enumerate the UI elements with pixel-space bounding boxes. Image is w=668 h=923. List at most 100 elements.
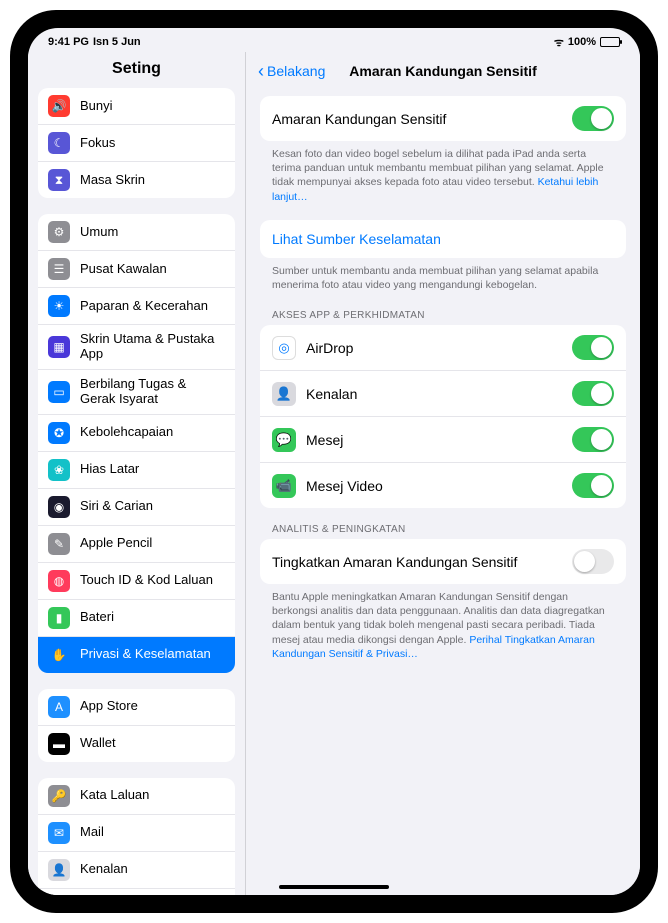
sidebar-item-bateri[interactable]: ▮ Bateri [38, 600, 235, 637]
improve-label: Tingkatkan Amaran Kandungan Sensitif [272, 554, 517, 570]
kebolehcapaian-icon: ✪ [48, 422, 70, 444]
masa-skrin-icon: ⧗ [48, 169, 70, 191]
back-button[interactable]: ‹ Belakang [258, 62, 325, 80]
sidebar-group-0: 🔊Bunyi☾Fokus ⧗ Masa Skrin [38, 88, 235, 198]
mesej-video-icon: 📹 [272, 474, 296, 498]
analytics-header: ANALITIS & PENINGKATAN [260, 508, 626, 539]
mail-icon: ✉ [48, 822, 70, 844]
sidebar-item-app-store[interactable]: A App Store [38, 689, 235, 726]
sidebar-item-kebolehcapaian[interactable]: ✪Kebolehcapaian [38, 415, 235, 452]
sensitive-warning-toggle-row: Amaran Kandungan Sensitif [260, 96, 626, 141]
sidebar-item-label: Umum [80, 225, 225, 240]
sidebar-item-touch-id-kod-laluan[interactable]: ◍Touch ID & Kod Laluan [38, 563, 235, 600]
sidebar-title: Seting [28, 52, 245, 88]
sidebar-item-label: Paparan & Kecerahan [80, 299, 225, 314]
app-label: Mesej [306, 432, 343, 448]
sidebar-group-2: A App Store ▬ Wallet [38, 689, 235, 762]
improve-toggle-row: Tingkatkan Amaran Kandungan Sensitif [260, 539, 626, 584]
sidebar-item-fokus[interactable]: ☾Fokus [38, 125, 235, 162]
analytics-card: Tingkatkan Amaran Kandungan Sensitif [260, 539, 626, 584]
sidebar-item-privasi-keselamatan[interactable]: ✋Privasi & Keselamatan [38, 637, 235, 673]
sidebar-item-label: Privasi & Keselamatan [80, 647, 225, 662]
berbilang-tugas-gerak-isyarat-icon: ▭ [48, 381, 70, 403]
sidebar-item-paparan-kecerahan[interactable]: ☀Paparan & Kecerahan [38, 288, 235, 325]
sidebar-item-label: Bateri [80, 610, 225, 625]
sidebar-item-masa-skrin[interactable]: ⧗ Masa Skrin [38, 162, 235, 198]
bunyi-icon: 🔊 [48, 95, 70, 117]
sidebar-item-label: Wallet [80, 736, 225, 751]
sidebar-item-label: Apple Pencil [80, 536, 225, 551]
kenalan-icon: 👤 [48, 859, 70, 881]
sidebar-item-kenalan[interactable]: 👤 Kenalan [38, 852, 235, 889]
sidebar-group-1: ⚙Umum☰Pusat Kawalan☀Paparan & Kecerahan▦… [38, 214, 235, 673]
siri-carian-icon: ◉ [48, 496, 70, 518]
sidebar-item-label: Hias Latar [80, 462, 225, 477]
app-toggle-kenalan[interactable] [572, 381, 614, 406]
sidebar-item-wallet[interactable]: ▬ Wallet [38, 726, 235, 762]
sidebar-item-label: Kenalan [80, 862, 225, 877]
touch-id-kod-laluan-icon: ◍ [48, 570, 70, 592]
sidebar-item-skrin-utama-pustaka-app[interactable]: ▦ Skrin Utama & Pustaka App [38, 325, 235, 370]
back-label: Belakang [267, 63, 325, 79]
status-date: Isn 5 Jun [93, 36, 141, 48]
improve-toggle[interactable] [572, 549, 614, 574]
main-scroll[interactable]: Amaran Kandungan Sensitif Kesan foto dan… [246, 90, 640, 895]
app-access-card: ◎ AirDrop 👤Kenalan 💬 Mesej 📹 Mesej Video [260, 325, 626, 508]
app-row-kenalan: 👤Kenalan [260, 371, 626, 417]
sensitive-warning-toggle[interactable] [572, 106, 614, 131]
bateri-icon: ▮ [48, 607, 70, 629]
sensitive-warning-card: Amaran Kandungan Sensitif [260, 96, 626, 141]
sidebar-item-berbilang-tugas-gerak-isyarat[interactable]: ▭Berbilang Tugas & Gerak Isyarat [38, 370, 235, 415]
sensitive-warning-footer: Kesan foto dan video bogel sebelum ia di… [260, 141, 626, 206]
skrin-utama-pustaka-app-icon: ▦ [48, 336, 70, 358]
app-access-header: AKSES APP & PERKHIDMATAN [260, 294, 626, 325]
sidebar-item-hias-latar[interactable]: ❀ Hias Latar [38, 452, 235, 489]
sidebar-item-apple-pencil[interactable]: ✎ Apple Pencil [38, 526, 235, 563]
sidebar-item-label: Pusat Kawalan [80, 262, 225, 277]
sidebar-item-siri-carian[interactable]: ◉Siri & Carian [38, 489, 235, 526]
app-toggle-mesej[interactable] [572, 427, 614, 452]
umum-icon: ⚙ [48, 221, 70, 243]
hias-latar-icon: ❀ [48, 459, 70, 481]
sidebar-scroll[interactable]: 🔊Bunyi☾Fokus ⧗ Masa Skrin ⚙ Umum ☰ Pusat Kawa… [28, 88, 245, 895]
navbar: ‹ Belakang Amaran Kandungan Sensitif [246, 52, 640, 90]
airdrop-icon: ◎ [272, 336, 296, 360]
battery-percent: 100% [568, 36, 596, 48]
sidebar-item-kalendar[interactable]: 📅Kalendar [38, 889, 235, 895]
sidebar-item-mail[interactable]: ✉ Mail [38, 815, 235, 852]
wifi-icon: ᯤ [554, 35, 564, 50]
wallet-icon: ▬ [48, 733, 70, 755]
app-row-mesej: 💬 Mesej [260, 417, 626, 463]
app-store-icon: A [48, 696, 70, 718]
ipad-frame: 9:41 PG Isn 5 Jun ᯤ 100% Seting 🔊Bunyi☾F… [10, 10, 658, 913]
app-toggle-mesej-video[interactable] [572, 473, 614, 498]
sidebar-item-label: App Store [80, 699, 225, 714]
chevron-left-icon: ‹ [258, 62, 264, 80]
safety-resources-link[interactable]: Lihat Sumber Keselamatan [260, 220, 626, 258]
apple-pencil-icon: ✎ [48, 533, 70, 555]
app-label: Mesej Video [306, 478, 383, 494]
sidebar-item-label: Skrin Utama & Pustaka App [80, 332, 225, 362]
sidebar-item-label: Masa Skrin [80, 173, 225, 188]
app-toggle-airdrop[interactable] [572, 335, 614, 360]
sidebar-item-umum[interactable]: ⚙ Umum [38, 214, 235, 251]
safety-resources-label: Lihat Sumber Keselamatan [272, 231, 441, 247]
screen: 9:41 PG Isn 5 Jun ᯤ 100% Seting 🔊Bunyi☾F… [28, 28, 640, 895]
app-row-airdrop: ◎ AirDrop [260, 325, 626, 371]
pusat-kawalan-icon: ☰ [48, 258, 70, 280]
mesej-icon: 💬 [272, 428, 296, 452]
sidebar-item-label: Kata Laluan [80, 788, 225, 803]
app-row-mesej-video: 📹 Mesej Video [260, 463, 626, 508]
home-indicator[interactable] [279, 885, 389, 889]
battery-icon [600, 37, 620, 47]
sidebar-item-kata-laluan[interactable]: 🔑Kata Laluan [38, 778, 235, 815]
app-label: Kenalan [306, 386, 357, 402]
sidebar-item-label: Mail [80, 825, 225, 840]
app-label: AirDrop [306, 340, 353, 356]
sensitive-warning-label: Amaran Kandungan Sensitif [272, 111, 446, 127]
sidebar-item-bunyi[interactable]: 🔊Bunyi [38, 88, 235, 125]
sidebar-item-pusat-kawalan[interactable]: ☰ Pusat Kawalan [38, 251, 235, 288]
fokus-icon: ☾ [48, 132, 70, 154]
sidebar-group-3: 🔑Kata Laluan✉Mail👤Kenalan📅Kalendar📝Nota [38, 778, 235, 895]
analytics-footer: Bantu Apple meningkatkan Amaran Kandunga… [260, 584, 626, 663]
